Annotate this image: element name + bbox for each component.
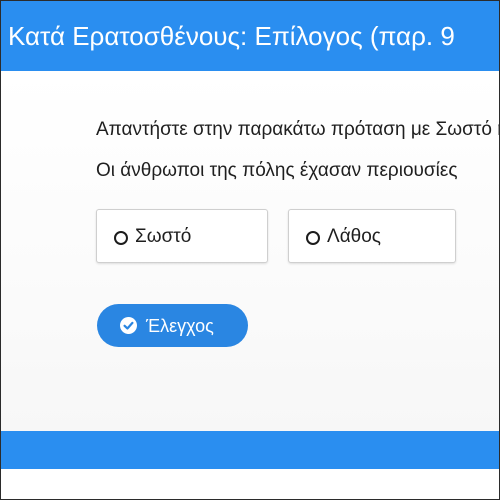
option-true-label: Σωστό <box>135 226 192 247</box>
option-false-label: Λάθος <box>327 226 381 247</box>
question-statement: Οι άνθρωποι της πόλης έχασαν περιουσίες <box>96 160 458 181</box>
radio-icon[interactable] <box>114 231 128 245</box>
option-false[interactable]: Λάθος <box>288 209 456 263</box>
bottom-area <box>1 469 499 499</box>
footer-bar <box>1 431 499 469</box>
question-panel: Απαντήστε στην παρακάτω πρόταση με Σωστό… <box>1 71 499 431</box>
app-frame: Κατά Ερατοσθένους: Επίλογος (παρ. 9 Απαν… <box>0 0 500 500</box>
check-circle-icon <box>120 317 137 334</box>
option-true[interactable]: Σωστό <box>96 209 268 263</box>
check-button[interactable]: Έλεγχος <box>97 304 248 347</box>
check-button-label: Έλεγχος <box>146 316 214 336</box>
radio-icon[interactable] <box>306 231 320 245</box>
header-bar: Κατά Ερατοσθένους: Επίλογος (παρ. 9 <box>1 1 499 71</box>
page-title: Κατά Ερατοσθένους: Επίλογος (παρ. 9 <box>8 21 455 51</box>
question-instruction: Απαντήστε στην παρακάτω πρόταση με Σωστό… <box>96 119 499 140</box>
